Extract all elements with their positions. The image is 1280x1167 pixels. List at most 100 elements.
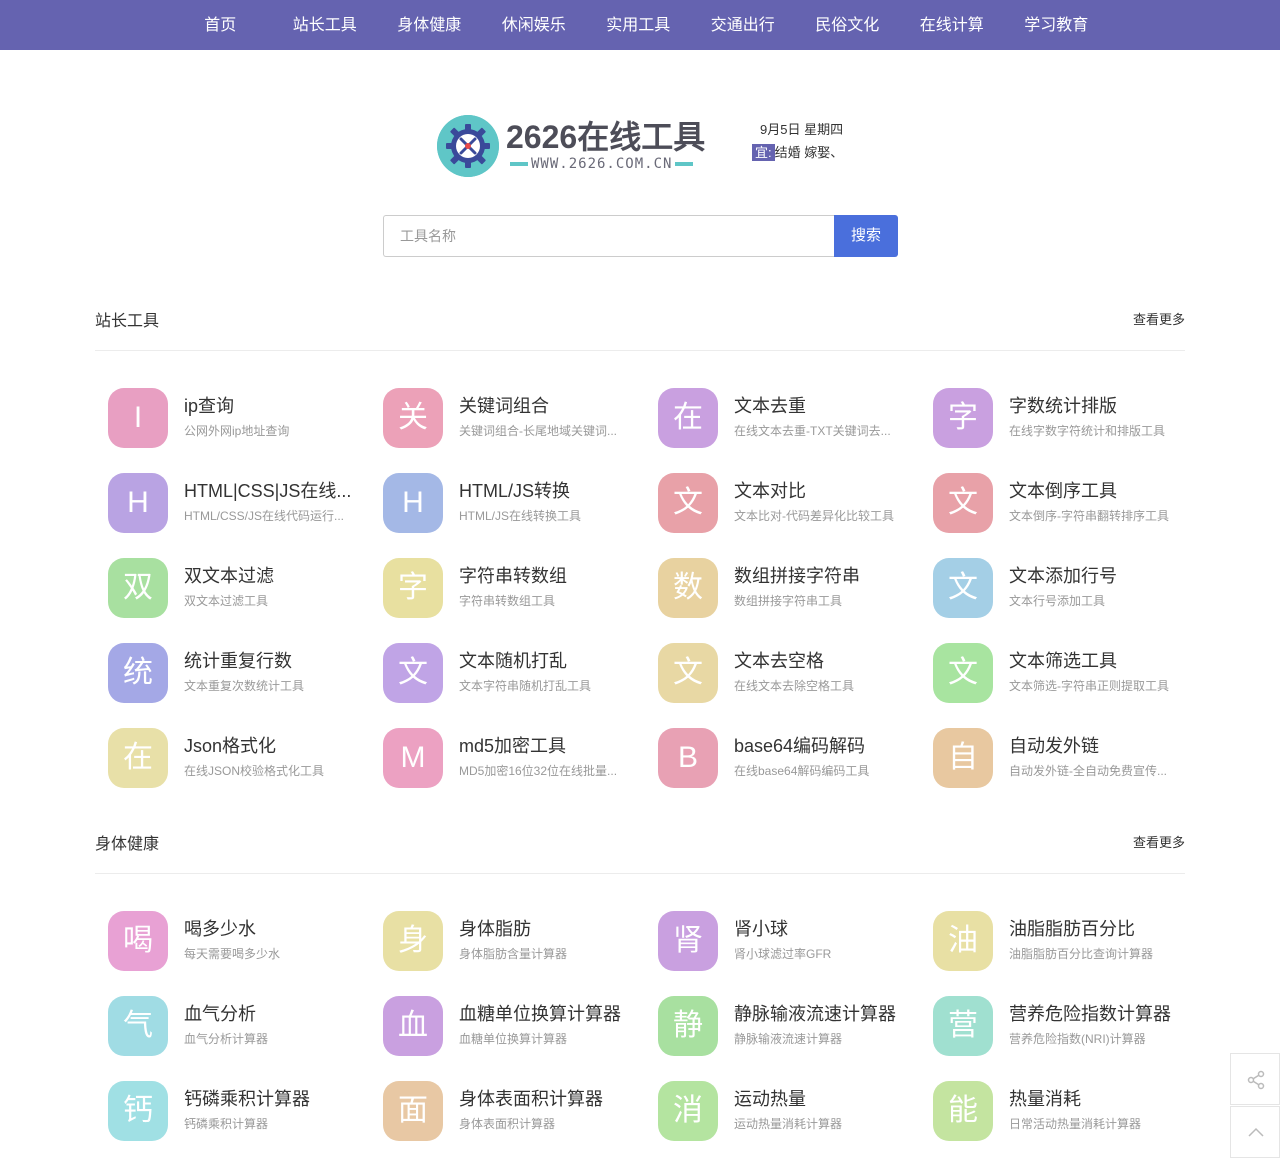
- tool-description: 文本比对-代码差异化比较工具: [734, 509, 894, 523]
- tool-description: HTML/CSS/JS在线代码运行...: [184, 509, 345, 523]
- tool-card[interactable]: 文文本去空格 在线文本去除空格工具: [658, 643, 918, 705]
- tool-name: 喝多少水: [184, 919, 256, 939]
- tool-card[interactable]: 在 Json格式化 在线JSON校验格式化工具: [108, 728, 368, 790]
- tool-badge-icon: 身: [383, 911, 443, 971]
- tool-card[interactable]: 关关键词组合 关键词组合-长尾地域关键词...: [383, 388, 643, 450]
- tool-card[interactable]: 喝喝多少水每天需要喝多少水: [108, 911, 368, 973]
- tool-name: 文本对比: [734, 481, 806, 501]
- tool-description: 营养危险指数(NRI)计算器: [1009, 1032, 1146, 1046]
- tool-badge-icon: 在: [108, 728, 168, 788]
- tool-card[interactable]: 统统计重复行数 文本重复次数统计工具: [108, 643, 368, 705]
- tool-badge-icon: I: [108, 388, 168, 448]
- tool-badge-icon: 能: [933, 1081, 993, 1141]
- tool-card[interactable]: 在文本去重 在线文本去重-TXT关键词去...: [658, 388, 918, 450]
- nav-item-0[interactable]: 首页: [168, 0, 273, 50]
- tool-name: 身体表面积计算器: [459, 1089, 603, 1109]
- nav-item-5[interactable]: 交通出行: [691, 0, 796, 50]
- tool-name: 文本去空格: [734, 651, 824, 671]
- tool-card[interactable]: 油油脂脂肪百分比 油脂脂肪百分比查询计算器: [933, 911, 1193, 973]
- nav-item-7[interactable]: 在线计算: [900, 0, 1005, 50]
- auspicious-label: 宜:: [752, 144, 775, 161]
- tool-badge-icon: 自: [933, 728, 993, 788]
- site-logo[interactable]: 2626在线工具 WWW.2626.COM.CN: [437, 112, 705, 180]
- tool-card[interactable]: 文文本对比 文本比对-代码差异化比较工具: [658, 473, 918, 535]
- nav-item-6[interactable]: 民俗文化: [795, 0, 900, 50]
- tool-name: 血糖单位换算计算器: [459, 1004, 621, 1024]
- section-title: 身体健康: [95, 836, 160, 853]
- tool-badge-icon: 文: [383, 643, 443, 703]
- tool-card[interactable]: 营营养危险指数计算器 营养危险指数(NRI)计算器: [933, 996, 1193, 1058]
- tool-badge-icon: 喝: [108, 911, 168, 971]
- tool-description: 自动发外链-全自动免费宣传...: [1009, 764, 1167, 778]
- share-button[interactable]: [1230, 1053, 1280, 1105]
- tool-card[interactable]: 肾肾小球 肾小球滤过率GFR: [658, 911, 918, 973]
- tool-description: 公网外网ip地址查询: [184, 424, 290, 438]
- tool-name: 文本添加行号: [1009, 566, 1117, 586]
- section-title: 站长工具: [95, 313, 160, 330]
- tool-card[interactable]: 数数组拼接字符串 数组拼接字符串工具: [658, 558, 918, 620]
- tool-badge-icon: 在: [658, 388, 718, 448]
- tool-badge-icon: 气: [108, 996, 168, 1056]
- tool-card[interactable]: 文文本倒序工具文本倒序-字符串翻转排序工具: [933, 473, 1193, 535]
- tool-badge-icon: 文: [933, 558, 993, 618]
- nav-item-8[interactable]: 学习教育: [1004, 0, 1109, 50]
- tool-description: 每天需要喝多少水: [184, 947, 281, 961]
- tool-card[interactable]: Bbase64编码解码 在线base64解码编码工具: [658, 728, 918, 790]
- tool-name: 文本随机打乱: [459, 651, 567, 671]
- tool-card[interactable]: 字字符串转数组 字符串转数组工具: [383, 558, 643, 620]
- tool-description: 文本字符串随机打乱工具: [459, 679, 592, 693]
- nav-item-2[interactable]: 身体健康: [377, 0, 482, 50]
- tool-name: md5加密工具: [459, 736, 567, 756]
- tool-name: 关键词组合: [459, 396, 549, 416]
- tool-card[interactable]: 自自动发外链 自动发外链-全自动免费宣传...: [933, 728, 1193, 790]
- tool-card[interactable]: 文文本添加行号 文本行号添加工具: [933, 558, 1193, 620]
- nav-item-3[interactable]: 休闲娱乐: [482, 0, 587, 50]
- share-icon: [1247, 1070, 1265, 1090]
- tool-badge-icon: 文: [658, 643, 718, 703]
- tool-badge-icon: 数: [658, 558, 718, 618]
- tool-card[interactable]: 双双文本过滤 双文本过滤工具: [108, 558, 368, 620]
- tool-badge-icon: 文: [933, 473, 993, 533]
- tool-card[interactable]: 气血气分析 血气分析计算器: [108, 996, 368, 1058]
- tool-description: 静脉输液流速计算器: [734, 1032, 843, 1046]
- tool-card[interactable]: 面身体表面积计算器 身体表面积计算器: [383, 1081, 643, 1143]
- tool-name: 字数统计排版: [1009, 396, 1117, 416]
- tool-card[interactable]: H HTML/JS转换 HTML/JS在线转换工具: [383, 473, 643, 535]
- search-button[interactable]: 搜索: [834, 215, 898, 257]
- tool-description: 身体表面积计算器: [459, 1117, 556, 1131]
- tool-card[interactable]: 文文本随机打乱文本字符串随机打乱工具: [383, 643, 643, 705]
- auspicious-row: 宜: 结婚 嫁娶、: [752, 143, 843, 163]
- tool-card[interactable]: 身身体脂肪 身体脂肪含量计算器: [383, 911, 643, 973]
- tool-card[interactable]: Iip查询 公网外网ip地址查询: [108, 388, 368, 450]
- tool-name: 双文本过滤: [184, 566, 274, 586]
- logo-title: 2626在线工具: [506, 119, 706, 155]
- tool-name: 钙磷乘积计算器: [184, 1089, 310, 1109]
- tool-description: 字符串转数组工具: [459, 594, 556, 608]
- tool-card[interactable]: 血血糖单位换算计算器 血糖单位换算计算器: [383, 996, 643, 1058]
- nav-item-1[interactable]: 站长工具: [273, 0, 378, 50]
- logo-url-text: WWW.2626.COM.CN: [531, 156, 673, 172]
- tool-badge-icon: 钙: [108, 1081, 168, 1141]
- tool-description: 文本倒序-字符串翻转排序工具: [1009, 509, 1169, 523]
- tool-card[interactable]: 文文本筛选工具 文本筛选-字符串正则提取工具: [933, 643, 1193, 705]
- tool-card[interactable]: H HTML|CSS|JS在线... HTML/CSS/JS在线代码运行...: [108, 473, 368, 535]
- tools-gear-icon: [437, 115, 499, 177]
- view-more-link[interactable]: 查看更多: [1133, 832, 1185, 851]
- tool-card[interactable]: 能热量消耗 日常活动热量消耗计算器: [933, 1081, 1193, 1143]
- tool-card[interactable]: 静静脉输液流速计算器 静脉输液流速计算器: [658, 996, 918, 1058]
- tool-name: 文本倒序工具: [1009, 481, 1117, 501]
- tool-card[interactable]: 消运动热量 运动热量消耗计算器: [658, 1081, 918, 1143]
- tool-card[interactable]: 钙钙磷乘积计算器 钙磷乘积计算器: [108, 1081, 368, 1143]
- nav-item-4[interactable]: 实用工具: [586, 0, 691, 50]
- tool-name: HTML/JS转换: [459, 481, 571, 501]
- tool-badge-icon: 肾: [658, 911, 718, 971]
- back-to-top-button[interactable]: [1230, 1106, 1280, 1158]
- view-more-link[interactable]: 查看更多: [1133, 309, 1185, 328]
- tool-card[interactable]: 字字数统计排版 在线字数字符统计和排版工具: [933, 388, 1193, 450]
- tool-badge-icon: 营: [933, 996, 993, 1056]
- tool-card[interactable]: Mmd5加密工具 MD5加密16位32位在线批量...: [383, 728, 643, 790]
- tool-badge-icon: 字: [383, 558, 443, 618]
- tool-name: HTML|CSS|JS在线...: [184, 481, 352, 501]
- search-input[interactable]: [383, 215, 835, 257]
- tool-badge-icon: 消: [658, 1081, 718, 1141]
